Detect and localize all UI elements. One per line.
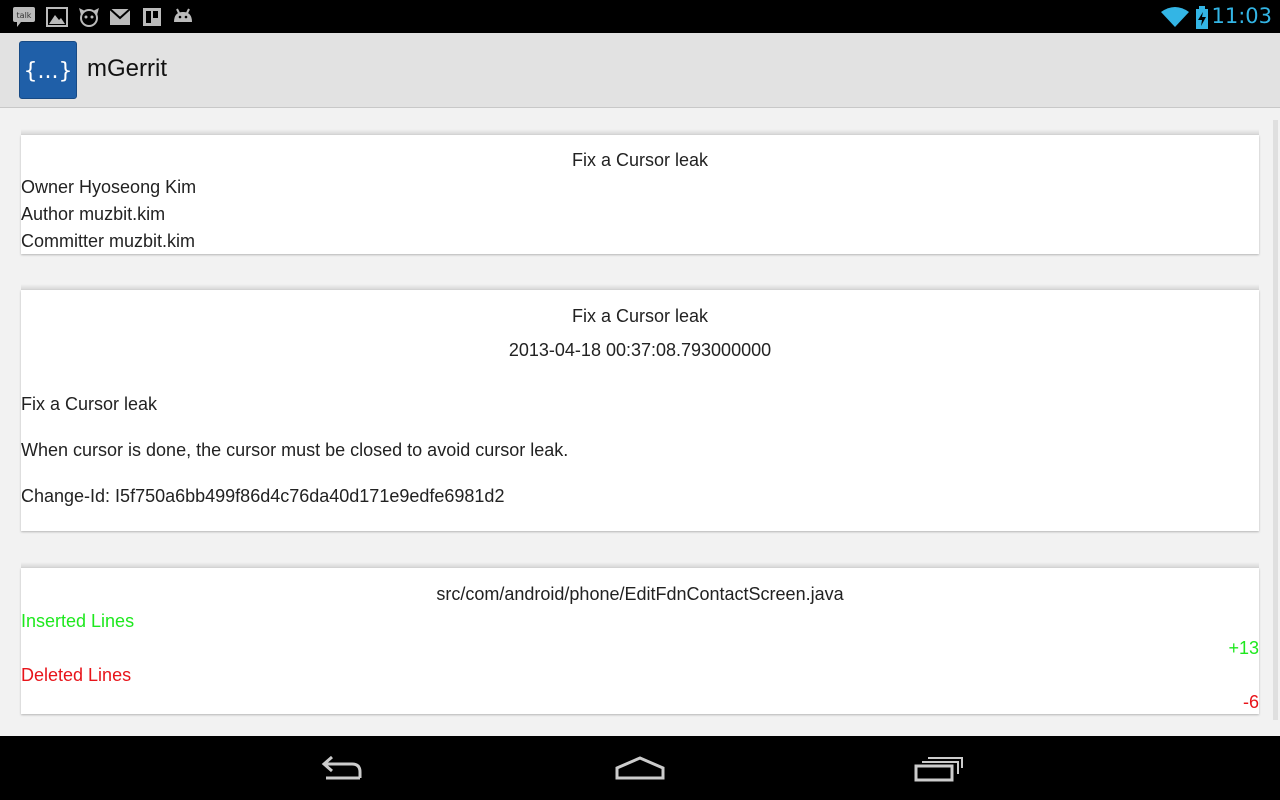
app-bar: {...} mGerrit [0,33,1280,108]
author-row: Author muzbit.kim [21,204,165,225]
committer-label: Committer [21,231,105,251]
owner-row: Owner Hyoseong Kim [21,177,196,198]
scrollbar[interactable] [1273,120,1278,720]
file-path: src/com/android/phone/EditFdnContactScre… [436,584,844,604]
inserted-lines-value: +13 [1228,638,1259,658]
clock: 11:03 [1211,4,1272,28]
author-label: Author [21,204,75,224]
battery-icon [1194,6,1210,29]
deleted-lines-value: -6 [1242,692,1259,712]
android-icon [171,6,195,28]
commit-card: Fix a Cursor leak 2013-04-18 00:37:08.79… [21,284,1259,531]
gmail-icon [109,6,131,28]
app-logo-icon[interactable]: {...} [19,41,77,99]
committer-row: Committer muzbit.kim [21,231,195,252]
commit-message-subject: Fix a Cursor leak [21,394,158,414]
inserted-lines-label: Inserted Lines [21,611,135,631]
trello-icon [141,6,163,28]
author-value: muzbit.kim [79,204,166,224]
gallery-icon [46,6,68,28]
change-info-card: Fix a Cursor leak Owner Hyoseong Kim Aut… [21,129,1259,254]
navigation-bar [0,736,1280,800]
file-change-card[interactable]: src/com/android/phone/EditFdnContactScre… [21,562,1259,714]
recents-icon[interactable] [908,748,968,788]
talk-icon: talk [12,6,36,28]
commit-message-body: When cursor is done, the cursor must be … [21,440,569,460]
app-logo-text: {...} [24,59,73,84]
status-bar: talk 11:03 [0,0,1280,33]
change-details[interactable]: Fix a Cursor leak Owner Hyoseong Kim Aut… [0,108,1280,736]
dog-icon [77,6,101,28]
commit-timestamp: 2013-04-18 00:37:08.793000000 [508,340,772,360]
back-icon[interactable] [312,748,372,788]
commit-title: Fix a Cursor leak [571,306,709,326]
home-icon[interactable] [610,748,670,788]
committer-value: muzbit.kim [109,231,196,251]
change-id: Change-Id: I5f750a6bb499f86d4c76da40d171… [21,486,505,506]
talk-icon-label: talk [17,11,32,20]
owner-label: Owner [21,177,75,197]
owner-value: Hyoseong Kim [79,177,197,197]
wifi-icon [1160,6,1190,28]
deleted-lines-label: Deleted Lines [21,665,132,685]
change-title: Fix a Cursor leak [571,150,709,170]
app-title: mGerrit [87,55,167,82]
